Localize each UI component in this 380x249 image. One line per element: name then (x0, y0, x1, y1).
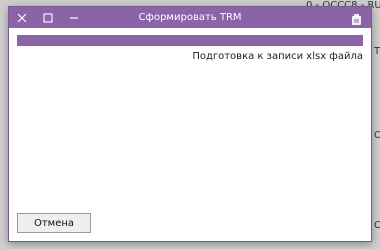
window-title: Сформировать TRM (138, 12, 242, 23)
status-text: Подготовка к записи xlsx файла (192, 51, 363, 62)
progress-fill (17, 35, 363, 46)
app-icon (350, 11, 363, 25)
background-text: O (374, 130, 380, 141)
progress-bar (17, 35, 363, 46)
dialog-body: Подготовка к записи xlsx файла Отмена (9, 28, 371, 241)
progress-dialog: Сформировать TRM Подготовка к записи xls… (8, 6, 372, 242)
background-text: T (374, 46, 380, 57)
background-text: C (374, 220, 380, 231)
title-bar[interactable]: Сформировать TRM (9, 7, 371, 28)
cancel-button[interactable]: Отмена (17, 213, 91, 233)
